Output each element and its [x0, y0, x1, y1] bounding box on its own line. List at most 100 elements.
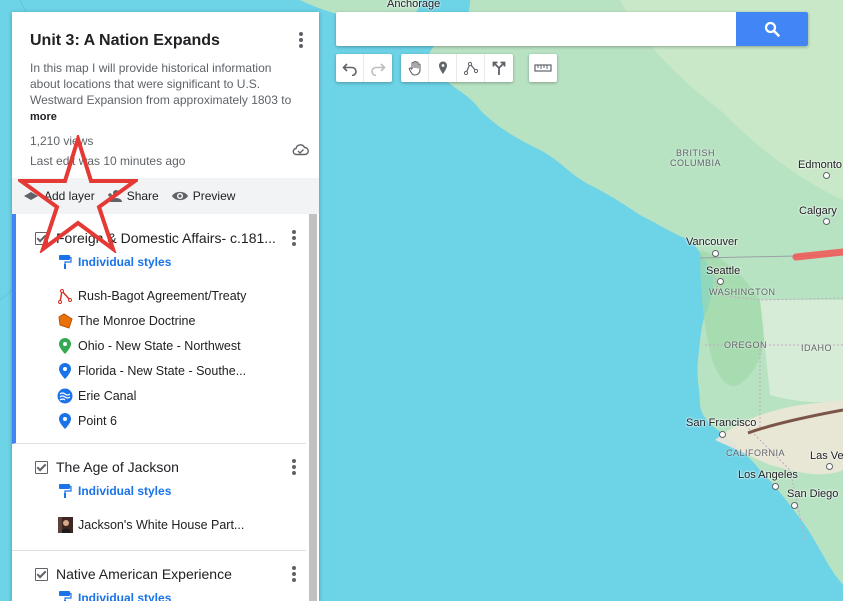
- preview-label: Preview: [192, 189, 236, 203]
- map-label-los-angeles: Los Angeles: [738, 469, 798, 481]
- feature-label: Ohio - New State - Northwest: [78, 338, 241, 353]
- feature-item[interactable]: Point 6: [16, 408, 306, 433]
- more-vert-icon: [292, 459, 296, 463]
- select-items-button[interactable]: [401, 54, 429, 82]
- eye-icon: [171, 191, 188, 201]
- share-button[interactable]: Share: [107, 188, 159, 204]
- layer-native-american[interactable]: Native American Experience Individual st…: [12, 551, 306, 601]
- layer-name[interactable]: The Age of Jackson: [56, 459, 278, 475]
- add-person-icon: [107, 190, 122, 202]
- layer-age-of-jackson[interactable]: The Age of Jackson Individual styles Jac…: [12, 444, 306, 551]
- layer-visibility-checkbox[interactable]: [35, 231, 48, 245]
- feature-item[interactable]: Erie Canal: [16, 383, 306, 408]
- feature-label: Rush-Bagot Agreement/Treaty: [78, 288, 247, 303]
- feature-item[interactable]: Florida - New State - Southe...: [16, 358, 306, 383]
- individual-styles-button[interactable]: Individual styles: [12, 587, 306, 601]
- pin-icon: [57, 337, 73, 354]
- share-label: Share: [126, 189, 159, 203]
- scrollbar-thumb[interactable]: [309, 214, 317, 601]
- feature-item[interactable]: The Monroe Doctrine: [16, 308, 306, 333]
- feature-label: The Monroe Doctrine: [78, 313, 196, 328]
- add-layer-button[interactable]: Add layer: [22, 188, 95, 204]
- polygon-icon: [57, 312, 73, 329]
- feature-item[interactable]: Jackson's White House Part...: [12, 512, 306, 537]
- add-layer-label: Add layer: [44, 189, 95, 203]
- city-dot-san-diego: [791, 502, 798, 509]
- feature-label: Florida - New State - Southe...: [78, 363, 247, 378]
- more-link[interactable]: more: [30, 109, 296, 125]
- city-dot-san-francisco: [719, 431, 726, 438]
- map-description[interactable]: In this map I will provide historical in…: [30, 60, 296, 125]
- map-label-edmonton: Edmonto: [798, 159, 843, 171]
- city-dot-los-angeles: [772, 483, 779, 490]
- add-directions-button[interactable]: [485, 54, 513, 82]
- map-label-san-diego: San Diego: [787, 488, 839, 500]
- city-dot-edmonton: [823, 172, 830, 179]
- layer-name[interactable]: Foreign & Domestic Affairs- c.181...: [56, 230, 278, 246]
- search-button[interactable]: [736, 12, 808, 46]
- history-toolbar: [336, 54, 392, 82]
- city-dot-las-vegas: [826, 463, 833, 470]
- image-thumb-icon: [57, 516, 73, 533]
- layer-list-scrollbar[interactable]: [309, 214, 317, 601]
- redo-icon: [371, 63, 386, 76]
- paint-roller-icon: [59, 591, 72, 601]
- city-dot-vancouver: [712, 250, 719, 257]
- map-label-british-columbia: BRITISH COLUMBIA: [670, 148, 722, 168]
- layer-header: Native American Experience: [12, 561, 306, 587]
- undo-button[interactable]: [336, 54, 364, 82]
- panel-actions: Add layer Share Preview: [12, 178, 319, 214]
- map-title[interactable]: Unit 3: A Nation Expands: [30, 30, 301, 52]
- layer-visibility-checkbox[interactable]: [35, 460, 48, 474]
- draw-line-button[interactable]: [457, 54, 485, 82]
- individual-styles-label: Individual styles: [78, 484, 172, 498]
- more-vert-icon: [292, 566, 296, 570]
- layer-name[interactable]: Native American Experience: [56, 566, 278, 582]
- map-label-calgary: Calgary: [799, 205, 837, 217]
- ruler-icon: [534, 64, 552, 72]
- individual-styles-label: Individual styles: [78, 591, 172, 601]
- directions-icon: [492, 61, 506, 75]
- map-label-san-francisco: San Francisco: [686, 417, 757, 429]
- map-label-oregon: OREGON: [724, 340, 768, 350]
- line-icon: [57, 288, 73, 304]
- layer-options-button[interactable]: [284, 457, 304, 477]
- map-options-button[interactable]: [291, 30, 311, 50]
- hand-icon: [408, 60, 421, 76]
- map-label-idaho: IDAHO: [801, 343, 833, 353]
- layer-options-button[interactable]: [284, 228, 304, 248]
- measure-toolbar: [529, 54, 557, 82]
- layer-foreign-domestic[interactable]: Foreign & Domestic Affairs- c.181... Ind…: [12, 214, 306, 444]
- feature-item[interactable]: Rush-Bagot Agreement/Treaty: [16, 283, 306, 308]
- layer-options-button[interactable]: [284, 564, 304, 584]
- measure-button[interactable]: [529, 54, 557, 82]
- search-box: [336, 12, 808, 46]
- layer-visibility-checkbox[interactable]: [35, 567, 48, 581]
- add-marker-button[interactable]: [429, 54, 457, 82]
- draw-line-icon: [463, 61, 478, 76]
- layer-header: The Age of Jackson: [12, 454, 306, 480]
- individual-styles-button[interactable]: Individual styles: [12, 480, 306, 502]
- map-label-vancouver: Vancouver: [686, 236, 738, 248]
- last-edit-status: Last edit was 10 minutes ago: [30, 154, 186, 168]
- search-icon: [764, 21, 780, 37]
- map-label-las-vegas: Las Veg: [810, 450, 843, 462]
- feature-label: Erie Canal: [78, 388, 137, 403]
- more-vert-icon: [299, 32, 303, 36]
- layer-list: Foreign & Domestic Affairs- c.181... Ind…: [12, 214, 306, 601]
- individual-styles-label: Individual styles: [78, 255, 172, 269]
- city-dot-seattle: [717, 278, 724, 285]
- drawing-toolbar: [401, 54, 513, 82]
- pin-icon: [57, 412, 73, 429]
- pin-icon: [57, 362, 73, 379]
- feature-item[interactable]: Ohio - New State - Northwest: [16, 333, 306, 358]
- map-label-washington: WASHINGTON: [709, 287, 776, 297]
- undo-icon: [341, 63, 357, 76]
- layer-header: Foreign & Domestic Affairs- c.181...: [16, 225, 306, 251]
- map-description-text: In this map I will provide historical in…: [30, 61, 292, 107]
- cloud-saved-icon: [292, 144, 309, 156]
- redo-button[interactable]: [364, 54, 392, 82]
- individual-styles-button[interactable]: Individual styles: [16, 251, 306, 273]
- preview-button[interactable]: Preview: [171, 189, 236, 203]
- search-input[interactable]: [336, 12, 734, 46]
